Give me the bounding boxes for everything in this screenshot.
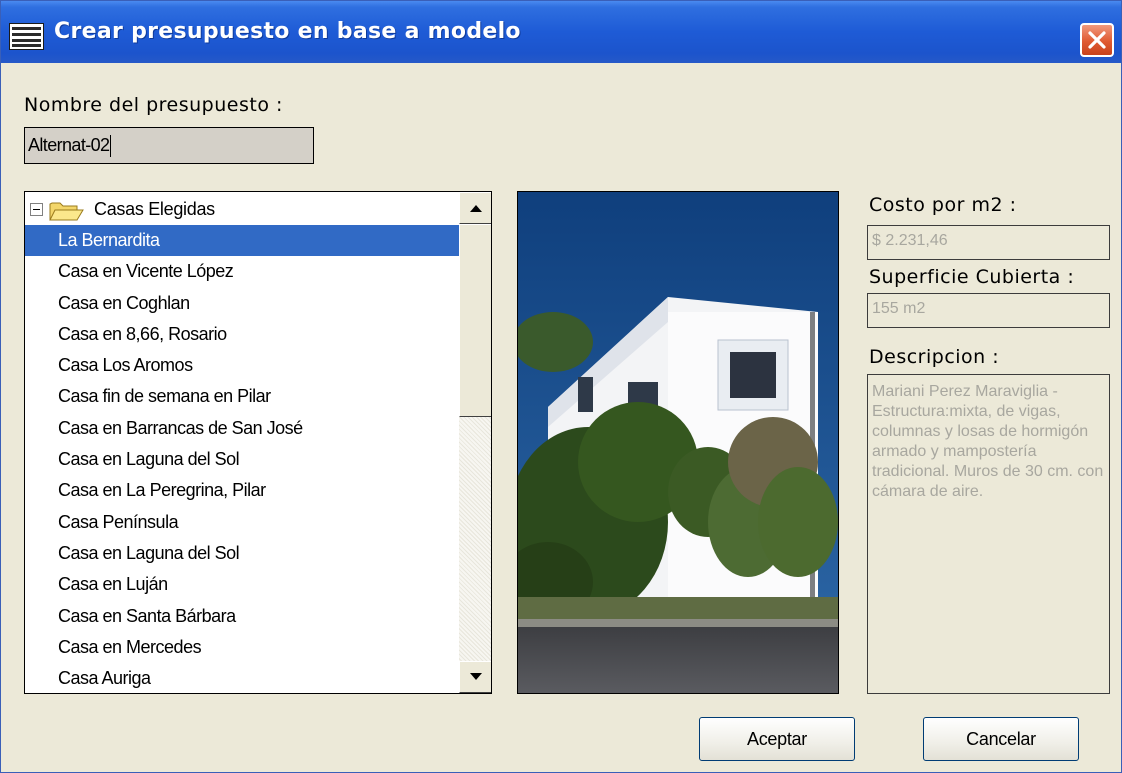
list-item[interactable]: Casa Auriga [25, 663, 459, 693]
vertical-scrollbar[interactable] [459, 192, 491, 693]
list-item[interactable]: Casa en Vicente López [25, 256, 459, 287]
list-item[interactable]: Casa en La Peregrina, Pilar [25, 475, 459, 506]
cancel-button[interactable]: Cancelar [923, 717, 1079, 761]
area-value: 155 m2 [872, 300, 926, 317]
budget-name-input[interactable]: Alternat-02 [24, 127, 314, 164]
close-button[interactable] [1080, 23, 1114, 57]
list-item[interactable]: Casa en 8,66, Rosario [25, 319, 459, 350]
list-item[interactable]: Casa fin de semana en Pilar [25, 381, 459, 412]
dialog-window: Crear presupuesto en base a modelo Nombr… [0, 0, 1122, 773]
description-field: Mariani Perez Maraviglia - Estructura:mi… [867, 374, 1110, 694]
list-item[interactable]: Casa en Luján [25, 569, 459, 600]
list-item[interactable]: La Bernardita [25, 225, 459, 257]
title-bar[interactable]: Crear presupuesto en base a modelo [1, 1, 1121, 63]
arrow-up-icon [470, 205, 482, 212]
budget-name-value: Alternat-02 [28, 135, 110, 155]
list-item[interactable]: Casa en Laguna del Sol [25, 538, 459, 569]
house-tree-list[interactable]: Casas Elegidas La Bernardita Casa en Vice… [24, 191, 492, 694]
name-label: Nombre del presupuesto : [24, 94, 283, 116]
cost-label: Costo por m2 : [869, 194, 1017, 216]
cost-field: $ 2.231,46 [867, 225, 1110, 260]
area-label: Superficie Cubierta : [869, 266, 1075, 288]
scroll-down-button[interactable] [459, 661, 491, 693]
area-field: 155 m2 [867, 293, 1110, 328]
scroll-thumb[interactable] [459, 224, 491, 417]
scroll-up-button[interactable] [459, 192, 491, 224]
list-item[interactable]: Casa en Coghlan [25, 288, 459, 319]
accept-button[interactable]: Aceptar [699, 717, 855, 761]
arrow-down-icon [470, 673, 482, 680]
list-item[interactable]: Casa en Santa Bárbara [25, 601, 459, 632]
text-caret [110, 135, 112, 158]
window-title: Crear presupuesto en base a modelo [54, 19, 521, 44]
window-menu-icon[interactable] [9, 23, 44, 50]
description-value: Mariani Perez Maraviglia - Estructura:mi… [872, 383, 1104, 500]
list-item[interactable]: Casa Los Aromos [25, 350, 459, 381]
close-icon [1088, 31, 1106, 49]
list-item[interactable]: Casa en Mercedes [25, 632, 459, 663]
house-photo [517, 191, 839, 694]
description-label: Descripcion : [869, 346, 1000, 368]
cost-value: $ 2.231,46 [872, 232, 948, 249]
collapse-icon[interactable] [30, 203, 43, 216]
list-item[interactable]: Casa Península [25, 507, 459, 538]
list-item[interactable]: Casa en Barrancas de San José [25, 413, 459, 444]
tree-items: La Bernardita Casa en Vicente López Casa e… [25, 225, 459, 693]
open-folder-icon [49, 200, 85, 227]
list-item[interactable]: Casa en Laguna del Sol [25, 444, 459, 475]
tree-root-label: Casas Elegidas [94, 199, 215, 219]
